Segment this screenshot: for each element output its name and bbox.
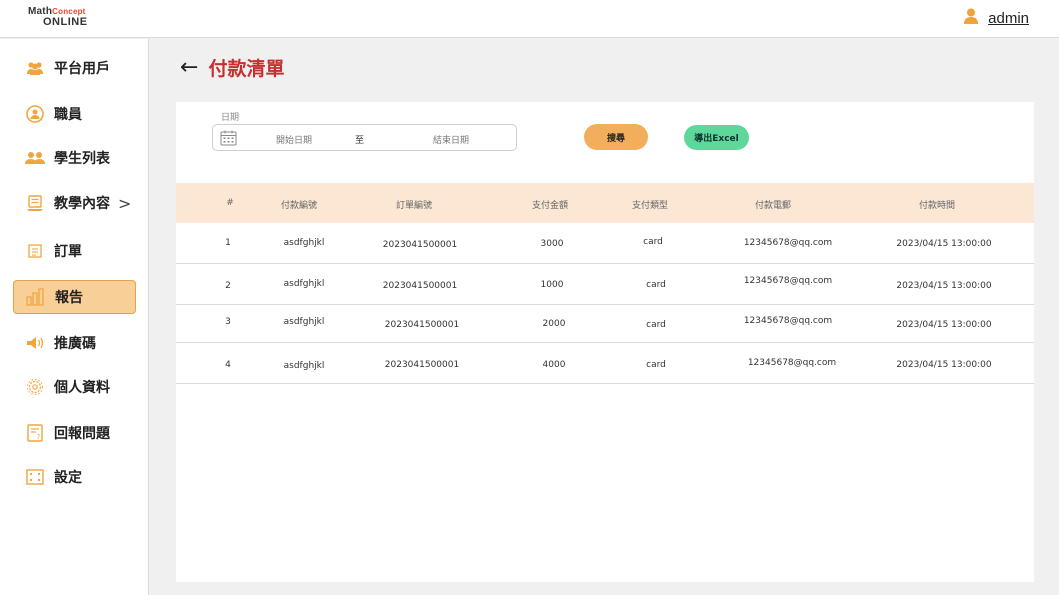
date-range-separator: 至 [355,136,365,146]
cell-email: 12345678@qq.com [747,358,837,368]
users-icon [25,58,45,78]
cell-amount: 3000 [540,239,564,249]
end-date-input[interactable]: 結束日期 [433,133,469,146]
export-excel-button[interactable]: 導出Excel [684,125,749,150]
cell-payment-id: asdfghjkl [283,317,325,327]
sidebar-item-label: 報告 [55,290,83,306]
sidebar-item-teaching-content[interactable]: 教學內容 > [13,186,136,220]
sidebar-item-label: 教學內容 [54,196,110,212]
table-row[interactable]: 1 asdfghjkl 2023041500001 3000 card 1234… [176,223,1034,264]
page-title: 付款清單 [208,58,285,80]
svg-text:?: ? [37,433,41,441]
cell-payment-id: asdfghjkl [283,238,325,248]
cell-payment-type: card [646,280,666,290]
table-row[interactable]: 2 asdfghjkl 2023041500001 1000 card 1234… [176,264,1034,305]
date-range-picker[interactable]: 開始日期 至 結束日期 [212,124,517,151]
sidebar-item-profile[interactable]: 個人資料 [13,370,136,404]
sidebar-item-label: 平台用戶 [54,61,110,77]
sidebar-item-label: 職員 [54,107,82,123]
cell-order-id: 2023041500001 [382,240,458,250]
table-row[interactable]: 3 asdfghjkl 2023041500001 2000 card 1234… [176,302,1034,343]
cell-order-id: 2023041500001 [384,360,460,370]
cell-amount: 4000 [542,360,566,370]
column-header-index: # [226,198,234,208]
cell-amount: 2000 [542,319,566,329]
app-logo[interactable]: MathConcept ONLINE [28,7,108,28]
cell-order-id: 2023041500001 [382,281,458,291]
search-button[interactable]: 搜尋 [584,124,648,150]
top-header: MathConcept ONLINE admin [0,0,1059,38]
sidebar-item-promo-code[interactable]: 推廣碼 [13,326,136,360]
cell-payment-id: asdfghjkl [283,279,325,289]
user-name-link[interactable]: admin [988,10,1029,27]
cell-order-id: 2023041500001 [384,320,460,330]
person-icon [964,8,979,28]
sidebar-item-reports[interactable]: 報告 [13,280,136,314]
sidebar-item-label: 推廣碼 [54,336,96,352]
cell-time: 2023/04/15 13:00:00 [896,360,992,370]
logo-bottom-line: ONLINE [43,16,88,28]
column-header-order-id: 訂單編號 [395,201,433,211]
cell-payment-type: card [646,360,666,370]
order-icon [25,241,45,261]
column-header-payment-email: 付款電郵 [754,201,792,211]
staff-icon [25,104,45,124]
column-header-payment-type: 支付類型 [631,201,669,211]
cell-index: 3 [225,317,231,327]
cell-time: 2023/04/15 13:00:00 [896,239,992,249]
megaphone-icon [25,333,45,353]
cell-email: 12345678@qq.com [743,316,833,326]
cell-email: 12345678@qq.com [743,276,833,286]
date-filter-label: 日期 [221,113,240,123]
cell-index: 2 [225,281,231,291]
cell-payment-type: card [643,237,663,247]
chevron-right-icon: > [118,193,132,213]
sidebar: 平台用戶 職員 學生列表 教學內容 > 訂單 報告 推廣碼 個人資料 ? 回報問… [0,39,149,595]
user-menu[interactable]: admin [964,8,1029,28]
sidebar-item-students[interactable]: 學生列表 [13,141,136,175]
table-header: # 付款編號 訂單編號 支付金額 支付類型 付款電郵 付款時間 [176,183,1034,223]
sidebar-item-label: 訂單 [54,244,82,260]
sidebar-item-label: 設定 [54,470,82,486]
column-header-payment-id: 付款編號 [280,201,318,211]
cell-index: 4 [225,360,231,370]
gear-icon [25,377,45,397]
payment-list-panel: 日期 開始日期 至 結束日期 搜尋 導出Excel # 付款編號 訂單編號 支付… [176,102,1034,582]
sidebar-item-settings[interactable]: 設定 [13,460,136,494]
sidebar-item-label: 學生列表 [54,151,110,167]
calendar-icon [220,130,237,149]
students-icon [25,148,45,168]
sidebar-item-staff[interactable]: 職員 [13,97,136,131]
sidebar-item-label: 個人資料 [54,380,110,396]
back-arrow-icon[interactable]: ← [180,56,198,79]
sidebar-item-label: 回報問題 [54,426,110,442]
column-header-amount: 支付金額 [531,201,569,211]
sidebar-item-orders[interactable]: 訂單 [13,234,136,268]
question-doc-icon: ? [25,423,45,443]
page-title-row: ← 付款清單 [180,54,284,81]
bar-chart-icon [26,287,46,307]
cell-payment-id: asdfghjkl [283,361,325,371]
column-header-payment-time: 付款時間 [918,201,956,211]
sidebar-item-platform-users[interactable]: 平台用戶 [13,51,136,85]
cell-amount: 1000 [540,280,564,290]
settings-frame-icon [25,467,45,487]
start-date-input[interactable]: 開始日期 [276,133,312,146]
cell-time: 2023/04/15 13:00:00 [896,281,992,291]
cell-time: 2023/04/15 13:00:00 [896,320,992,330]
cell-index: 1 [225,238,231,248]
table-row[interactable]: 4 asdfghjkl 2023041500001 4000 card 1234… [176,343,1034,384]
sidebar-item-report-issue[interactable]: ? 回報問題 [13,416,136,450]
book-icon [25,193,45,213]
cell-email: 12345678@qq.com [743,238,833,248]
cell-payment-type: card [646,320,666,330]
